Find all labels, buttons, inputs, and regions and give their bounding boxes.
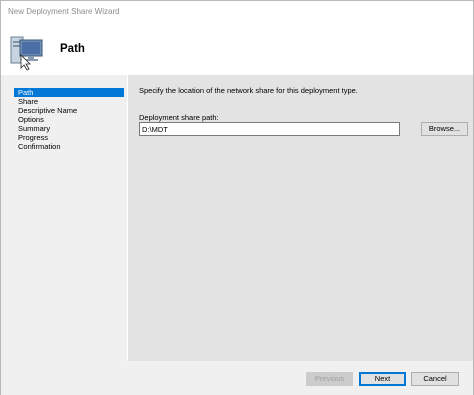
wizard-steps-nav: Path Share Descriptive Name Options Summ… bbox=[14, 88, 124, 151]
nav-step-progress[interactable]: Progress bbox=[14, 133, 124, 142]
previous-button[interactable]: Previous bbox=[306, 372, 353, 386]
browse-button[interactable]: Browse... bbox=[421, 122, 468, 136]
nav-step-options[interactable]: Options bbox=[14, 115, 124, 124]
page-title: Path bbox=[60, 43, 85, 55]
nav-step-summary[interactable]: Summary bbox=[14, 124, 124, 133]
deployment-share-path-input[interactable] bbox=[139, 122, 400, 136]
nav-step-path[interactable]: Path bbox=[14, 88, 124, 97]
nav-step-confirmation[interactable]: Confirmation bbox=[14, 142, 124, 151]
computer-share-icon bbox=[10, 36, 43, 71]
wizard-body: Path Share Descriptive Name Options Summ… bbox=[1, 75, 473, 395]
next-button[interactable]: Next bbox=[359, 372, 406, 386]
wizard-window: New Deployment Share Wizard Path Path Sh… bbox=[0, 0, 474, 395]
path-label: Deployment share path: bbox=[139, 113, 219, 122]
instruction-text: Specify the location of the network shar… bbox=[139, 86, 358, 95]
title-bar[interactable]: New Deployment Share Wizard bbox=[1, 1, 473, 23]
window-title: New Deployment Share Wizard bbox=[8, 7, 120, 16]
content-panel: Specify the location of the network shar… bbox=[127, 75, 473, 361]
button-bar: Previous Next Cancel bbox=[127, 361, 473, 395]
cancel-button[interactable]: Cancel bbox=[411, 372, 459, 386]
wizard-header: Path bbox=[1, 23, 473, 75]
nav-step-share[interactable]: Share bbox=[14, 97, 124, 106]
nav-step-descriptive-name[interactable]: Descriptive Name bbox=[14, 106, 124, 115]
